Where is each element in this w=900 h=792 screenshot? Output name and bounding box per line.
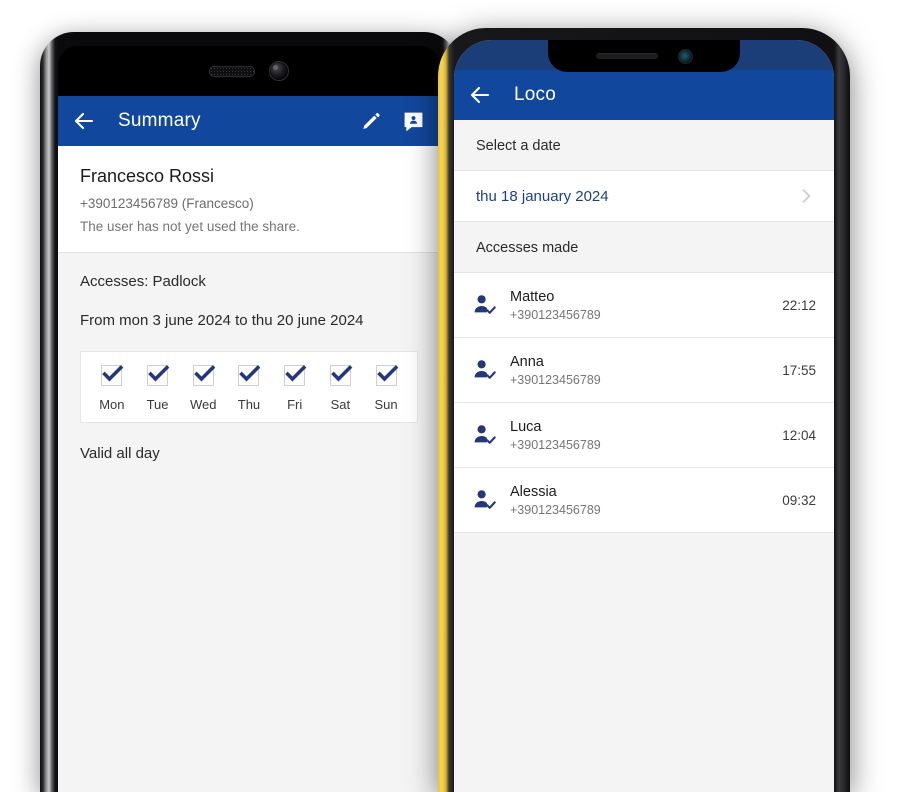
right-appbar: Loco bbox=[454, 70, 834, 120]
checkbox-icon[interactable] bbox=[192, 365, 216, 386]
select-date-label: Select a date bbox=[454, 120, 834, 171]
user-summary-card: Francesco Rossi +390123456789 (Francesco… bbox=[58, 146, 440, 253]
weekday-mon[interactable]: Mon bbox=[91, 365, 133, 412]
selected-date-value: thu 18 january 2024 bbox=[476, 187, 609, 205]
weekday-label: Wed bbox=[190, 397, 217, 412]
access-time: 17:55 bbox=[782, 362, 816, 378]
checkbox-icon[interactable] bbox=[375, 365, 398, 386]
front-camera-icon bbox=[677, 48, 693, 64]
weekday-selector[interactable]: Mon Tue Wed Thu Fri Sat Sun bbox=[80, 351, 418, 423]
weekday-tue[interactable]: Tue bbox=[137, 365, 179, 412]
iphone-notch bbox=[548, 40, 740, 72]
user-name: Francesco Rossi bbox=[80, 166, 215, 186]
access-row[interactable]: Luca +390123456789 12:04 bbox=[454, 403, 834, 468]
access-person-name: Matteo bbox=[510, 288, 555, 305]
person-check-icon bbox=[472, 292, 498, 318]
back-arrow-icon[interactable] bbox=[468, 83, 492, 107]
access-person-phone: +390123456789 bbox=[510, 307, 601, 322]
earpiece-speaker-icon bbox=[595, 53, 658, 59]
weekday-label: Thu bbox=[237, 397, 261, 412]
left-phone-viewport: Summary Francesco Rossi +390123456789 (F… bbox=[58, 96, 440, 792]
access-section: Accesses: Padlock From mon 3 june 2024 t… bbox=[58, 253, 440, 486]
right-empty-area bbox=[454, 533, 834, 792]
weekday-wed[interactable]: Wed bbox=[182, 365, 224, 412]
access-time: 22:12 bbox=[782, 297, 816, 313]
access-section-title: Accesses: Padlock bbox=[80, 273, 206, 290]
access-row[interactable]: Alessia +390123456789 09:32 bbox=[454, 468, 834, 533]
weekday-sun[interactable]: Sun bbox=[365, 365, 407, 412]
access-person-name: Anna bbox=[510, 353, 544, 370]
front-camera-icon bbox=[269, 61, 289, 81]
checkbox-icon[interactable] bbox=[101, 365, 124, 386]
checkbox-icon[interactable] bbox=[329, 365, 353, 386]
access-person-name: Alessia bbox=[510, 483, 557, 500]
weekday-label: Fri bbox=[287, 397, 303, 412]
back-arrow-icon[interactable] bbox=[72, 109, 96, 133]
left-appbar: Summary bbox=[58, 96, 440, 146]
access-row-texts: Anna +390123456789 bbox=[510, 354, 774, 387]
access-person-phone: +390123456789 bbox=[510, 502, 601, 517]
weekday-label: Tue bbox=[146, 397, 169, 412]
weekday-sat[interactable]: Sat bbox=[319, 365, 361, 412]
access-row[interactable]: Anna +390123456789 17:55 bbox=[454, 338, 834, 403]
access-person-name: Luca bbox=[510, 418, 542, 435]
earpiece-speaker-icon bbox=[209, 65, 255, 77]
checkbox-icon[interactable] bbox=[238, 365, 261, 386]
weekday-thu[interactable]: Thu bbox=[228, 365, 270, 412]
weekday-fri[interactable]: Fri bbox=[274, 365, 316, 412]
access-row-texts: Luca +390123456789 bbox=[510, 419, 774, 452]
left-phone-screen-bezel: Summary Francesco Rossi +390123456789 (F… bbox=[58, 46, 440, 792]
page-title: Summary bbox=[118, 110, 201, 131]
access-time: 09:32 bbox=[782, 492, 816, 508]
weekday-label: Mon bbox=[99, 397, 125, 412]
user-phone: +390123456789 (Francesco) bbox=[80, 196, 254, 211]
access-row-texts: Alessia +390123456789 bbox=[510, 484, 774, 517]
right-phone-screen-bezel: Loco Select a date thu 18 january 2024 A… bbox=[454, 40, 834, 792]
date-picker-row[interactable]: thu 18 january 2024 bbox=[454, 171, 834, 222]
chevron-right-icon bbox=[796, 186, 816, 206]
access-row[interactable]: Matteo +390123456789 22:12 bbox=[454, 273, 834, 338]
weekday-label: Sun bbox=[374, 397, 398, 412]
access-row-texts: Matteo +390123456789 bbox=[510, 289, 774, 322]
weekday-label: Sat bbox=[330, 397, 351, 412]
person-check-icon bbox=[472, 422, 498, 448]
person-check-icon bbox=[472, 487, 498, 513]
access-time: 12:04 bbox=[782, 427, 816, 443]
right-phone-device: Loco Select a date thu 18 january 2024 A… bbox=[438, 28, 850, 792]
user-status-note: The user has not yet used the share. bbox=[80, 219, 300, 234]
validity-text: Valid all day bbox=[80, 445, 160, 462]
access-person-phone: +390123456789 bbox=[510, 372, 601, 387]
access-date-range: From mon 3 june 2024 to thu 20 june 2024 bbox=[80, 312, 364, 329]
android-top-bezel bbox=[58, 46, 440, 96]
accesses-list: Matteo +390123456789 22:12 Anna +39012345678… bbox=[454, 273, 834, 533]
accesses-made-label: Accesses made bbox=[454, 222, 834, 273]
checkbox-icon[interactable] bbox=[284, 365, 307, 386]
pencil-edit-icon[interactable] bbox=[358, 108, 384, 134]
right-phone-viewport: Loco Select a date thu 18 january 2024 A… bbox=[454, 40, 834, 792]
access-person-phone: +390123456789 bbox=[510, 437, 601, 452]
page-title: Loco bbox=[514, 84, 557, 105]
person-check-icon bbox=[472, 357, 498, 383]
checkbox-icon[interactable] bbox=[147, 365, 170, 386]
left-empty-area bbox=[58, 486, 440, 792]
left-phone-device: Summary Francesco Rossi +390123456789 (F… bbox=[40, 32, 458, 792]
person-message-icon[interactable] bbox=[400, 108, 426, 134]
